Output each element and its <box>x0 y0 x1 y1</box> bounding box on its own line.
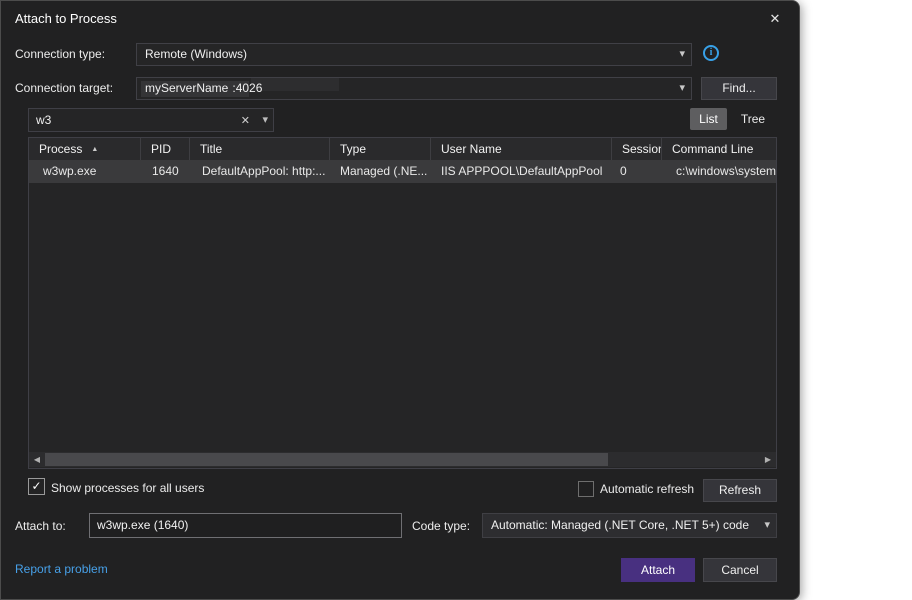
check-icon: ✓ <box>31 479 41 493</box>
desktop-background: Attach to Process ✕ Connection type: Rem… <box>0 0 912 600</box>
cell-pid: 1640 <box>141 160 190 183</box>
connection-type-value: Remote (Windows) <box>145 44 247 65</box>
info-icon[interactable]: i <box>703 45 719 61</box>
chevron-down-icon[interactable]: ▾ <box>679 81 685 94</box>
attach-button[interactable]: Attach <box>621 558 695 582</box>
connection-target-port: :4026 <box>232 81 262 95</box>
show-all-users-checkbox[interactable]: ✓ <box>28 478 45 495</box>
chevron-down-icon[interactable]: ▾ <box>764 518 770 531</box>
code-type-value: Automatic: Managed (.NET Core, .NET 5+) … <box>491 514 749 537</box>
cell-user-name: IIS APPPOOL\DefaultAppPool <box>431 160 612 183</box>
connection-target-host: myServerName <box>145 81 228 95</box>
report-a-problem-link[interactable]: Report a problem <box>15 562 108 576</box>
scroll-right-icon[interactable]: ▶ <box>761 452 775 467</box>
connection-target-label: Connection target: <box>15 81 113 95</box>
column-header-process[interactable]: Process▲ <box>29 138 141 160</box>
clear-filter-icon[interactable]: ✕ <box>241 114 250 127</box>
process-table: Process▲ PID Title Type User Name Sessio… <box>28 137 777 469</box>
chevron-down-icon[interactable]: ▾ <box>262 113 268 126</box>
chevron-down-icon[interactable]: ▾ <box>679 47 685 60</box>
code-type-label: Code type: <box>412 519 470 533</box>
target-secondary-highlight <box>251 78 339 91</box>
code-type-combobox[interactable]: Automatic: Managed (.NET Core, .NET 5+) … <box>482 513 777 538</box>
process-filter-input[interactable]: w3 ✕ ▾ <box>28 108 274 132</box>
column-header-type[interactable]: Type <box>330 138 431 160</box>
view-toggle-tree[interactable]: Tree <box>732 108 774 130</box>
refresh-button[interactable]: Refresh <box>703 479 777 502</box>
cell-command-line: c:\windows\system <box>662 160 776 183</box>
column-header-user-name[interactable]: User Name <box>431 138 612 160</box>
cell-title: DefaultAppPool: http:... <box>190 160 330 183</box>
column-header-pid[interactable]: PID <box>141 138 190 160</box>
attach-to-field[interactable]: w3wp.exe (1640) <box>89 513 402 538</box>
connection-type-combobox[interactable]: Remote (Windows) ▾ <box>136 43 692 66</box>
horizontal-scrollbar[interactable]: ◀ ▶ <box>29 452 776 467</box>
scroll-left-icon[interactable]: ◀ <box>30 452 44 467</box>
table-row[interactable]: w3wp.exe 1640 DefaultAppPool: http:... M… <box>29 160 776 183</box>
attach-to-process-dialog: Attach to Process ✕ Connection type: Rem… <box>0 0 800 600</box>
automatic-refresh-checkbox[interactable] <box>578 481 594 497</box>
find-button[interactable]: Find... <box>701 77 777 100</box>
column-header-title[interactable]: Title <box>190 138 330 160</box>
cell-type: Managed (.NE... <box>330 160 431 183</box>
cell-process: w3wp.exe <box>29 160 141 183</box>
sort-ascending-icon: ▲ <box>91 146 98 153</box>
attach-to-label: Attach to: <box>15 519 66 533</box>
scrollbar-thumb[interactable] <box>45 453 608 466</box>
cell-session: 0 <box>612 160 662 183</box>
close-icon[interactable]: ✕ <box>761 7 789 31</box>
connection-target-combobox[interactable]: myServerName :4026 ▾ <box>136 77 692 100</box>
show-all-users-label: Show processes for all users <box>51 481 204 495</box>
automatic-refresh-label: Automatic refresh <box>600 482 694 496</box>
table-header-row: Process▲ PID Title Type User Name Sessio… <box>29 138 776 160</box>
view-toggle-list[interactable]: List <box>690 108 727 130</box>
filter-value: w3 <box>36 113 51 127</box>
column-header-command-line[interactable]: Command Line <box>662 138 776 160</box>
column-header-session[interactable]: Session <box>612 138 662 160</box>
cancel-button[interactable]: Cancel <box>703 558 777 582</box>
connection-type-label: Connection type: <box>15 47 105 61</box>
dialog-title: Attach to Process <box>15 11 117 26</box>
